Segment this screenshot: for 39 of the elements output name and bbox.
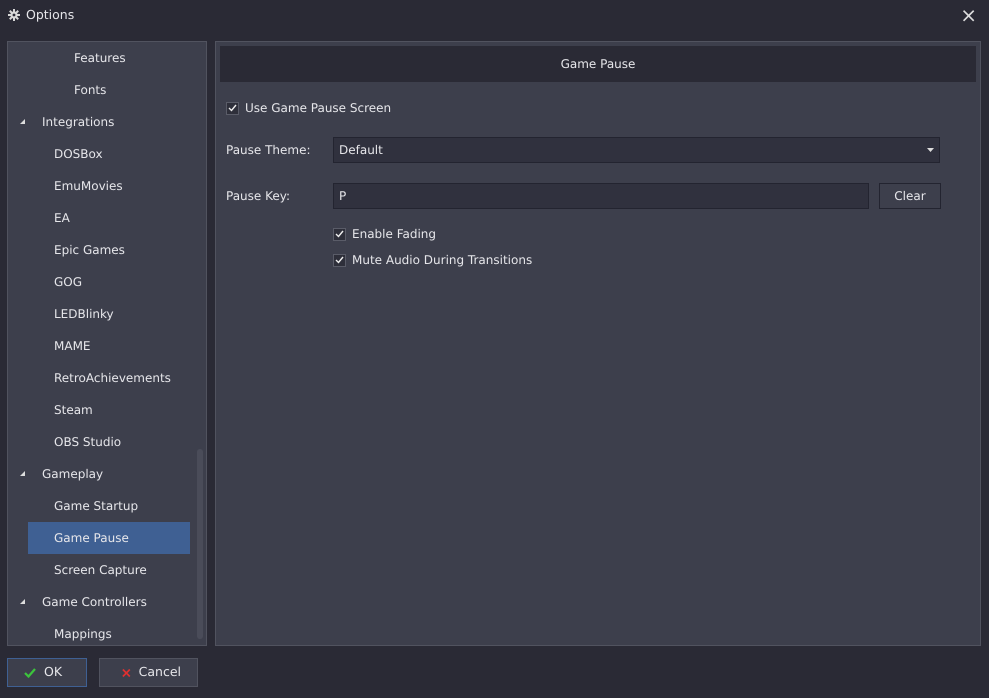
tree-item[interactable]: DOSBox	[28, 138, 190, 170]
tree-item[interactable]: Features	[28, 42, 190, 74]
tree-item[interactable]: MAME	[28, 330, 190, 362]
checkbox[interactable]	[333, 254, 346, 266]
gear-icon	[8, 9, 20, 21]
theme-dropdown[interactable]: Default	[333, 137, 940, 163]
clear-button[interactable]: Clear	[879, 183, 941, 209]
checkmark-icon	[24, 668, 36, 678]
field-label: Pause Key:	[226, 188, 292, 205]
cancel-button[interactable]: Cancel	[99, 658, 198, 687]
tree-item[interactable]: LEDBlinky	[28, 298, 190, 330]
window-title: Options	[26, 6, 74, 24]
tree-item[interactable]: OBS Studio	[28, 426, 190, 458]
tree-item[interactable]: EA	[28, 202, 190, 234]
checkbox-label: Enable Fading	[352, 226, 436, 243]
tree-item[interactable]: GOG	[28, 266, 190, 298]
tree-item[interactable]: RetroAchievements	[28, 362, 190, 394]
cross-icon	[122, 668, 131, 678]
tree-item[interactable]: EmuMovies	[28, 170, 190, 202]
tree-item[interactable]: Game Pause	[28, 522, 190, 554]
panel-header: Game Pause	[220, 46, 976, 82]
checkbox[interactable]	[226, 102, 239, 114]
tree-item[interactable]: Steam	[28, 394, 190, 426]
ok-button[interactable]: OK	[7, 658, 87, 687]
field-label: Pause Theme:	[226, 142, 312, 159]
key-input-field[interactable]: P	[333, 183, 869, 209]
tree-item[interactable]: Fonts	[28, 74, 190, 106]
checkbox[interactable]	[333, 228, 346, 240]
close-button[interactable]: ×	[956, 5, 981, 25]
checkbox-label: Use Game Pause Screen	[245, 100, 392, 117]
tree-item[interactable]: Gameplay	[34, 458, 196, 490]
tree-item[interactable]: Mappings	[28, 618, 190, 645]
tree-item[interactable]: Screen Capture	[28, 554, 190, 586]
tree-item[interactable]: Game Startup	[28, 490, 190, 522]
dropdown-arrow-icon	[927, 148, 934, 152]
checkbox-label: Mute Audio During Transitions	[352, 252, 532, 269]
tree-item[interactable]: Epic Games	[28, 234, 190, 266]
tree-item[interactable]: Game Controllers	[34, 586, 196, 618]
tree-item[interactable]: Integrations	[34, 106, 196, 138]
